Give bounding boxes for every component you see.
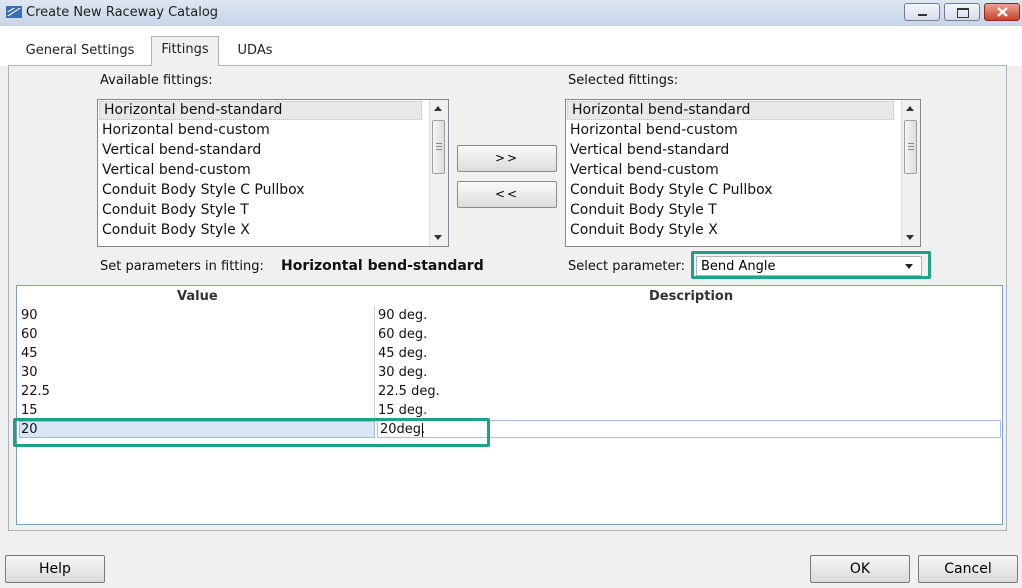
list-item[interactable]: Conduit Body Style C Pullbox [566, 180, 920, 200]
column-header-description[interactable]: Description [649, 289, 733, 304]
tab-general-settings[interactable]: General Settings [18, 37, 142, 63]
list-item[interactable]: Vertical bend-custom [98, 160, 448, 180]
grip-icon [436, 149, 442, 150]
grip-icon [908, 149, 914, 150]
list-item[interactable]: Vertical bend-custom [566, 160, 920, 180]
parameter-values-table[interactable]: Value Description 90 90 deg. 60 60 deg. … [16, 285, 1003, 525]
app-icon [6, 6, 22, 18]
set-parameters-label: Set parameters in fitting: [100, 259, 264, 274]
select-parameter-label: Select parameter: [568, 259, 686, 274]
close-button[interactable] [984, 3, 1020, 21]
scroll-up-icon[interactable] [906, 106, 914, 111]
grip-icon [908, 146, 914, 147]
remove-fitting-button[interactable]: << [457, 181, 557, 208]
list-item[interactable]: Vertical bend-standard [566, 140, 920, 160]
scroll-up-icon[interactable] [434, 106, 442, 111]
scroll-thumb[interactable] [432, 120, 445, 174]
cancel-button[interactable]: Cancel [918, 555, 1018, 583]
current-fitting-name: Horizontal bend-standard [281, 258, 484, 274]
help-button[interactable]: Help [5, 555, 105, 583]
selected-scrollbar[interactable] [901, 100, 920, 246]
list-item[interactable]: Horizontal bend-standard [567, 101, 894, 120]
selected-fittings-label: Selected fittings: [568, 73, 679, 88]
add-fitting-button[interactable]: >> [457, 145, 557, 172]
list-item[interactable]: Conduit Body Style T [98, 200, 448, 220]
table-cell-value[interactable]: 15 [21, 403, 38, 418]
chevron-down-icon[interactable] [905, 264, 913, 269]
window-title: Create New Raceway Catalog [26, 5, 219, 20]
list-item[interactable]: Conduit Body Style X [566, 220, 920, 240]
table-cell-value[interactable]: 22.5 [21, 384, 50, 399]
list-item[interactable]: Conduit Body Style T [566, 200, 920, 220]
minimize-button[interactable] [904, 3, 940, 21]
table-cell-value[interactable]: 30 [21, 365, 38, 380]
table-cell-value[interactable]: 45 [21, 346, 38, 361]
selected-fittings-list[interactable]: Horizontal bend-standard Horizontal bend… [565, 99, 921, 247]
list-item[interactable]: Vertical bend-standard [98, 140, 448, 160]
list-item[interactable]: Conduit Body Style X [98, 220, 448, 240]
tab-udas[interactable]: UDAs [227, 37, 283, 63]
table-cell-description[interactable]: 45 deg. [378, 346, 427, 361]
table-cell-description[interactable]: 22.5 deg. [378, 384, 440, 399]
grip-icon [908, 143, 914, 144]
available-scrollbar[interactable] [429, 100, 448, 246]
table-cell-description[interactable]: 60 deg. [378, 327, 427, 342]
column-header-value[interactable]: Value [177, 289, 218, 304]
scroll-thumb[interactable] [904, 120, 917, 174]
maximize-icon [957, 8, 969, 18]
scroll-down-icon[interactable] [434, 235, 442, 240]
list-item[interactable]: Horizontal bend-custom [566, 120, 920, 140]
table-cell-value[interactable]: 60 [21, 327, 38, 342]
available-fittings-list[interactable]: Horizontal bend-standard Horizontal bend… [97, 99, 449, 247]
scroll-down-icon[interactable] [906, 235, 914, 240]
tab-fittings[interactable]: Fittings [151, 36, 219, 66]
available-fittings-label: Available fittings: [100, 73, 213, 88]
list-item[interactable]: Conduit Body Style C Pullbox [98, 180, 448, 200]
list-item[interactable]: Horizontal bend-standard [99, 101, 422, 120]
parameter-select-value: Bend Angle [701, 259, 776, 274]
grip-icon [436, 146, 442, 147]
table-cell-description[interactable]: 30 deg. [378, 365, 427, 380]
table-cell-description[interactable]: 15 deg. [378, 403, 427, 418]
minimize-icon [918, 14, 927, 16]
grip-icon [436, 143, 442, 144]
parameter-select[interactable]: Bend Angle [696, 256, 922, 276]
close-icon [997, 7, 1008, 17]
new-row-highlight [13, 418, 490, 447]
list-item[interactable]: Horizontal bend-custom [98, 120, 448, 140]
maximize-button[interactable] [944, 3, 980, 21]
table-cell-description[interactable]: 90 deg. [378, 308, 427, 323]
table-cell-value[interactable]: 90 [21, 308, 38, 323]
ok-button[interactable]: OK [810, 555, 910, 583]
